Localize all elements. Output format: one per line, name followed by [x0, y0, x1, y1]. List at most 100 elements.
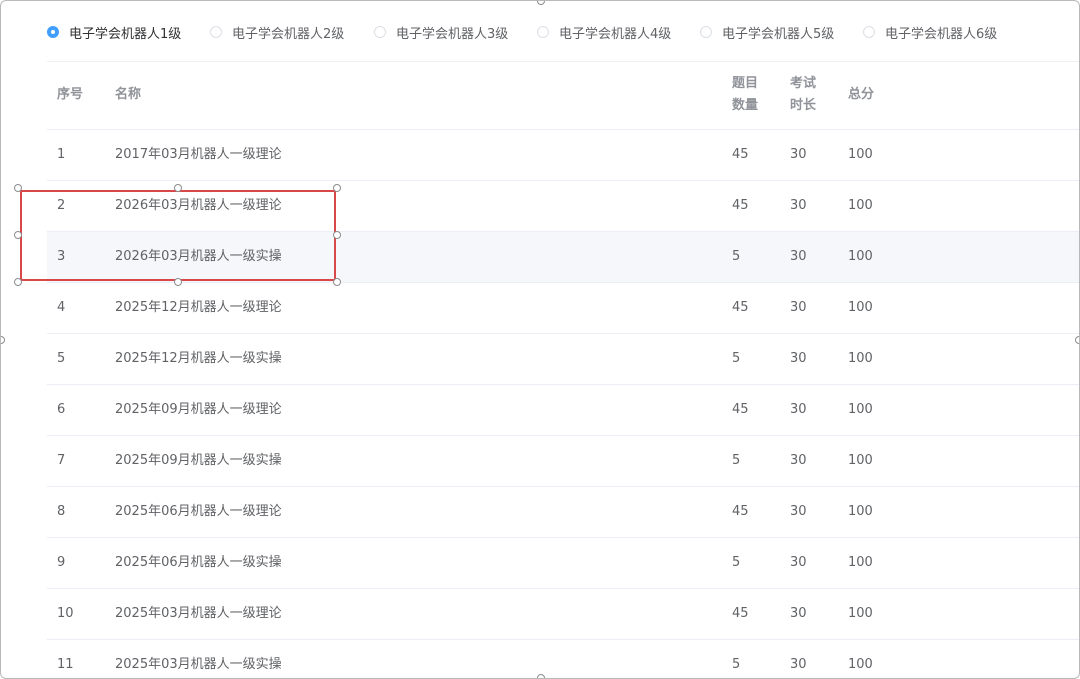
radio-button-icon[interactable]	[210, 26, 222, 38]
cell-score: 100	[848, 351, 873, 366]
table-row[interactable]: 9 2025年06月机器人一级实操 5 30 100	[47, 538, 1079, 589]
cell-name: 2025年03月机器人一级实操	[115, 657, 282, 672]
header-duration: 考试 时长	[790, 73, 816, 117]
cell-questions: 45	[732, 147, 749, 162]
resize-handle[interactable]	[333, 278, 341, 286]
cell-no: 7	[57, 453, 66, 468]
cell-questions: 45	[732, 198, 749, 213]
level-radio-5[interactable]: 电子学会机器人5级	[700, 21, 834, 43]
cell-questions: 45	[732, 606, 749, 621]
radio-button-icon[interactable]	[47, 26, 59, 38]
resize-handle[interactable]	[14, 184, 22, 192]
frame-resize-handle[interactable]	[537, 1, 545, 5]
level-radio-label: 电子学会机器人6级	[885, 26, 998, 42]
cell-duration: 30	[790, 147, 807, 162]
cell-name: 2025年06月机器人一级理论	[115, 504, 282, 519]
cell-questions: 45	[732, 300, 749, 315]
table-row[interactable]: 3 2026年03月机器人一级实操 5 30 100	[47, 232, 1079, 283]
table-row[interactable]: 10 2025年03月机器人一级理论 45 30 100	[47, 589, 1079, 640]
table-row[interactable]: 11 2025年03月机器人一级实操 5 30 100	[47, 640, 1079, 678]
exam-table: 序号 名称 题目 数量 考试 时长 总分 1 2017年03月机器人一级理论 4…	[47, 62, 1079, 678]
cell-score: 100	[848, 300, 873, 315]
header-name: 名称	[115, 87, 142, 102]
frame-resize-handle[interactable]	[537, 674, 545, 678]
cell-score: 100	[848, 504, 873, 519]
level-radio-label: 电子学会机器人5级	[722, 26, 835, 42]
header-questions-line1: 题目	[732, 76, 759, 91]
header-questions: 题目 数量	[732, 73, 758, 117]
cell-score: 100	[848, 453, 873, 468]
cell-duration: 30	[790, 198, 807, 213]
cell-name: 2026年03月机器人一级理论	[115, 198, 282, 213]
cell-score: 100	[848, 147, 873, 162]
cell-name: 2025年06月机器人一级实操	[115, 555, 282, 570]
cell-score: 100	[848, 402, 873, 417]
table-row[interactable]: 2 2026年03月机器人一级理论 45 30 100	[47, 181, 1079, 232]
level-radio-6[interactable]: 电子学会机器人6级	[863, 21, 997, 43]
resize-handle[interactable]	[14, 278, 22, 286]
table-row[interactable]: 5 2025年12月机器人一级实操 5 30 100	[47, 334, 1079, 385]
radio-button-icon[interactable]	[374, 26, 386, 38]
table-row[interactable]: 6 2025年09月机器人一级理论 45 30 100	[47, 385, 1079, 436]
cell-no: 5	[57, 351, 66, 366]
header-duration-line1: 考试	[790, 76, 817, 91]
cell-name: 2025年12月机器人一级实操	[115, 351, 282, 366]
cell-duration: 30	[790, 300, 807, 315]
level-radio-label: 电子学会机器人3级	[396, 26, 509, 42]
frame-resize-handle[interactable]	[1, 336, 5, 344]
cell-questions: 5	[732, 249, 741, 264]
resize-handle[interactable]	[333, 231, 341, 239]
cell-score: 100	[848, 249, 873, 264]
cell-score: 100	[848, 555, 873, 570]
resize-handle[interactable]	[174, 184, 182, 192]
resize-handle[interactable]	[333, 184, 341, 192]
cell-duration: 30	[790, 453, 807, 468]
cell-name: 2026年03月机器人一级实操	[115, 249, 282, 264]
cell-questions: 45	[732, 504, 749, 519]
cell-duration: 30	[790, 504, 807, 519]
cell-no: 2	[57, 198, 66, 213]
cell-no: 9	[57, 555, 66, 570]
cell-name: 2025年12月机器人一级理论	[115, 300, 282, 315]
frame-resize-handle[interactable]	[1075, 336, 1079, 344]
level-radio-3[interactable]: 电子学会机器人3级	[374, 21, 508, 43]
cell-no: 8	[57, 504, 66, 519]
resize-handle[interactable]	[14, 231, 22, 239]
resize-handle[interactable]	[174, 278, 182, 286]
table-header: 序号 名称 题目 数量 考试 时长 总分	[47, 62, 1079, 130]
level-radio-1[interactable]: 电子学会机器人1级	[47, 21, 181, 43]
level-radio-label: 电子学会机器人4级	[559, 26, 672, 42]
header-no: 序号	[57, 87, 84, 102]
radio-button-icon[interactable]	[700, 26, 712, 38]
cell-score: 100	[848, 198, 873, 213]
level-radio-label: 电子学会机器人1级	[69, 26, 182, 42]
cell-questions: 5	[732, 351, 741, 366]
radio-button-icon[interactable]	[863, 26, 875, 38]
cell-no: 1	[57, 147, 66, 162]
cell-questions: 5	[732, 555, 741, 570]
table-row[interactable]: 1 2017年03月机器人一级理论 45 30 100	[47, 130, 1079, 181]
level-radio-4[interactable]: 电子学会机器人4级	[537, 21, 671, 43]
cell-questions: 5	[732, 453, 741, 468]
table-row[interactable]: 7 2025年09月机器人一级实操 5 30 100	[47, 436, 1079, 487]
cell-score: 100	[848, 657, 873, 672]
cell-questions: 5	[732, 657, 741, 672]
table-row[interactable]: 4 2025年12月机器人一级理论 45 30 100	[47, 283, 1079, 334]
cell-name: 2025年09月机器人一级理论	[115, 402, 282, 417]
cell-no: 4	[57, 300, 66, 315]
cell-duration: 30	[790, 657, 807, 672]
cell-name: 2025年03月机器人一级理论	[115, 606, 282, 621]
table-row[interactable]: 8 2025年06月机器人一级理论 45 30 100	[47, 487, 1079, 538]
level-radio-2[interactable]: 电子学会机器人2级	[210, 21, 344, 43]
screenshot-frame: 电子学会机器人1级 电子学会机器人2级 电子学会机器人3级 电子学会机器人4级 …	[0, 0, 1080, 679]
header-questions-line2: 数量	[732, 98, 759, 113]
level-radio-label: 电子学会机器人2级	[232, 26, 345, 42]
header-duration-line2: 时长	[790, 98, 817, 113]
cell-duration: 30	[790, 249, 807, 264]
cell-no: 11	[57, 657, 74, 672]
header-score: 总分	[848, 87, 875, 102]
cell-name: 2025年09月机器人一级实操	[115, 453, 282, 468]
cell-duration: 30	[790, 606, 807, 621]
cell-questions: 45	[732, 402, 749, 417]
radio-button-icon[interactable]	[537, 26, 549, 38]
